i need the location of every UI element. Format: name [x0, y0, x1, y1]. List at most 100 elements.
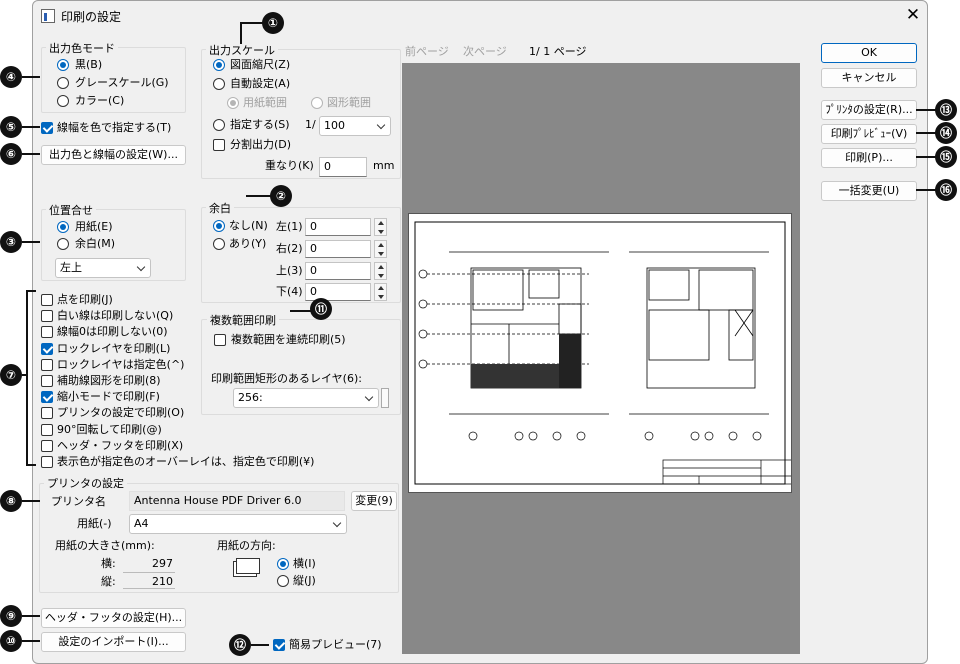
radio-margin-none[interactable]: [213, 220, 225, 232]
callout-10-leader: [22, 640, 40, 642]
callout-7-bracket-top: [26, 290, 36, 292]
radio-figure-range[interactable]: [311, 97, 323, 109]
callout-9: ⑨: [0, 605, 22, 627]
align-position-value: 左上: [60, 261, 82, 274]
layer-select-button[interactable]: [381, 388, 389, 408]
option-checkbox[interactable]: [41, 310, 53, 322]
radio-figure-range-label: 図形範囲: [327, 96, 371, 109]
callout-1-leader-v: [240, 22, 242, 44]
option-checkbox[interactable]: [41, 456, 53, 468]
margin-title: 余白: [206, 200, 234, 216]
paper-value: A4: [134, 517, 149, 530]
printer-name-field: Antenna House PDF Driver 6.0: [129, 491, 345, 511]
print-button[interactable]: 印刷(P)...: [821, 148, 917, 168]
split-output-label: 分割出力(D): [230, 138, 292, 151]
radio-portrait[interactable]: [277, 575, 289, 587]
batch-change-button[interactable]: 一括変更(U): [821, 181, 917, 201]
scale-ratio-prefix: 1/: [305, 118, 316, 131]
import-settings-button[interactable]: 設定のインポート(I)...: [41, 632, 186, 652]
align-position-select[interactable]: 左上: [55, 258, 151, 278]
option-checkbox[interactable]: [41, 440, 53, 452]
margin-right-spinner[interactable]: [374, 240, 387, 258]
overlap-label: 重なり(K): [265, 159, 314, 172]
line-width-color-label: 線幅を色で指定する(T): [57, 121, 172, 134]
multi-range-continuous-checkbox[interactable]: [214, 334, 226, 346]
paper-height-label: 縦:: [101, 575, 116, 588]
multi-range-title: 複数範囲印刷: [207, 312, 279, 328]
output-color-width-button[interactable]: 出力色と線幅の設定(W)...: [41, 145, 186, 165]
header-footer-settings-button[interactable]: ヘッダ・フッタの設定(H)...: [41, 608, 186, 628]
margin-left-spinner[interactable]: [374, 218, 387, 236]
radio-black-label: 黒(B): [75, 58, 103, 71]
radio-margin-yes-label: あり(Y): [229, 237, 267, 250]
callout-13: ⑬: [935, 99, 957, 121]
option-checkbox[interactable]: [41, 375, 53, 387]
option-label: 補助線図形を印刷(8): [57, 374, 161, 387]
overlap-input[interactable]: 0: [319, 157, 367, 177]
cancel-button[interactable]: キャンセル: [821, 68, 917, 88]
margin-top-label: 上(3): [276, 264, 303, 277]
print-preview-button[interactable]: 印刷ﾌﾟﾚﾋﾞｭｰ(V): [821, 124, 917, 144]
change-printer-button[interactable]: 変更(9): [351, 491, 397, 511]
next-page-button[interactable]: 次ページ: [463, 45, 507, 59]
chevron-down-icon: [136, 262, 146, 272]
callout-6: ⑥: [0, 143, 22, 165]
margin-left-input[interactable]: 0: [305, 218, 371, 236]
option-checkbox[interactable]: [41, 326, 53, 338]
callout-7-bracket: [26, 290, 28, 466]
callout-2: ②: [270, 185, 292, 207]
callout-12: ⑫: [229, 634, 251, 656]
callout-10: ⑩: [0, 630, 22, 652]
radio-paper-range[interactable]: [227, 97, 239, 109]
radio-align-margin[interactable]: [57, 238, 69, 250]
layer-select[interactable]: 256:: [233, 388, 379, 408]
option-label: プリンタの設定で印刷(O): [57, 406, 185, 419]
printer-settings-button[interactable]: ﾌﾟﾘﾝﾀの設定(R)...: [821, 100, 917, 120]
split-output-checkbox[interactable]: [213, 139, 225, 151]
margin-right-input[interactable]: 0: [305, 240, 371, 258]
option-checkbox[interactable]: [41, 407, 53, 419]
radio-grayscale[interactable]: [57, 77, 69, 89]
option-checkbox[interactable]: [41, 424, 53, 436]
radio-specify-scale[interactable]: [213, 119, 225, 131]
callout-16: ⑯: [935, 179, 957, 201]
radio-margin-yes[interactable]: [213, 238, 225, 250]
option-checkbox[interactable]: [41, 343, 53, 355]
radio-color[interactable]: [57, 95, 69, 107]
prev-page-button[interactable]: 前ページ: [405, 45, 449, 59]
callout-12-leader: [251, 644, 269, 646]
option-checkbox[interactable]: [41, 391, 53, 403]
radio-color-label: カラー(C): [75, 94, 125, 107]
radio-landscape[interactable]: [277, 558, 289, 570]
callout-13-leader: [916, 109, 936, 111]
callout-2-leader: [246, 195, 272, 197]
simple-preview-checkbox[interactable]: [273, 639, 285, 651]
radio-auto-scale-label: 自動設定(A): [230, 77, 291, 90]
radio-auto-scale[interactable]: [213, 78, 225, 90]
margin-bottom-spinner[interactable]: [374, 283, 387, 301]
orientation-label: 用紙の方向:: [217, 539, 276, 552]
radio-fit-scale[interactable]: [213, 59, 225, 71]
option-checkbox[interactable]: [41, 294, 53, 306]
scale-ratio-value: 100: [324, 119, 345, 132]
radio-grayscale-label: グレースケール(G): [75, 76, 169, 89]
line-width-color-checkbox[interactable]: [41, 122, 53, 134]
callout-5-leader: [22, 126, 40, 128]
scale-ratio-select[interactable]: 100: [319, 116, 391, 136]
radio-black[interactable]: [57, 59, 69, 71]
option-checkbox[interactable]: [41, 359, 53, 371]
paper-select[interactable]: A4: [129, 514, 347, 534]
margin-top-spinner[interactable]: [374, 262, 387, 280]
option-label: ヘッダ・フッタを印刷(X): [57, 439, 184, 452]
close-icon[interactable]: ✕: [903, 5, 923, 25]
radio-align-paper[interactable]: [57, 221, 69, 233]
position-title: 位置合せ: [46, 202, 96, 218]
callout-4-leader: [22, 76, 40, 78]
callout-15-leader: [916, 156, 936, 158]
callout-15: ⑮: [935, 146, 957, 168]
preview-paper: [408, 213, 802, 493]
margin-top-input[interactable]: 0: [305, 262, 371, 280]
ok-button[interactable]: OK: [821, 43, 917, 63]
callout-9-leader: [22, 615, 40, 617]
drawing-preview: [414, 221, 802, 485]
